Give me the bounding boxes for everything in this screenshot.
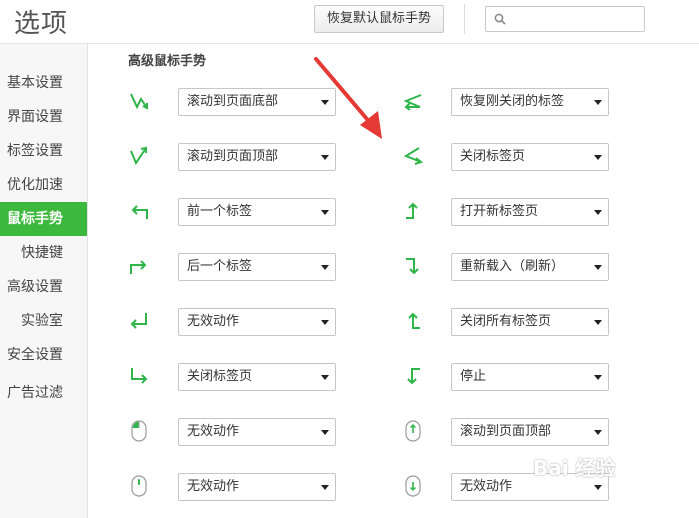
chevron-down-icon (594, 320, 602, 325)
action-select[interactable]: 滚动到页面顶部 (178, 143, 336, 171)
chevron-down-icon (321, 485, 329, 490)
action-select[interactable]: 无效动作 (178, 418, 336, 446)
chevron-down-icon (321, 320, 329, 325)
header-divider (464, 4, 465, 34)
select-value: 恢复刚关闭的标签 (460, 94, 565, 109)
select-value: 前一个标签 (187, 204, 253, 219)
chevron-down-icon (321, 210, 329, 215)
gesture-left-right-icon (403, 147, 424, 165)
action-select[interactable]: 关闭标签页 (451, 143, 609, 171)
action-select[interactable]: 恢复刚关闭的标签 (451, 88, 609, 116)
mouse-wheel-up-icon (405, 420, 421, 442)
mouse-wheel-icon (131, 475, 147, 497)
sidebar-item-shortcuts[interactable]: 快捷键 (0, 236, 87, 270)
sidebar-item-optimize[interactable]: 优化加速 (0, 168, 87, 202)
gesture-left-up-icon (408, 312, 420, 329)
gesture-left-icon (131, 205, 148, 219)
action-select[interactable]: 前一个标签 (178, 198, 336, 226)
gesture-zigzag-left-icon (403, 94, 422, 111)
sidebar-item-basic[interactable]: 基本设置 (0, 66, 87, 100)
select-value: 后一个标签 (187, 259, 253, 274)
chevron-down-icon (594, 485, 602, 490)
baidu-jingyan-watermark: Bai 经验 (533, 456, 616, 480)
chevron-down-icon (321, 430, 329, 435)
action-select[interactable]: 关闭所有标签页 (451, 308, 609, 336)
gesture-right-down-icon (406, 258, 419, 275)
gesture-down-right-icon (131, 368, 148, 384)
action-select[interactable]: 滚动到页面顶部 (451, 418, 609, 446)
action-select[interactable]: 停止 (451, 363, 609, 391)
gesture-down-up-icon (130, 93, 148, 110)
gesture-right-up-icon (406, 202, 418, 219)
page-title: 选项 (14, 9, 69, 39)
gesture-up-down-icon (130, 146, 147, 166)
mouse-wheel-down-icon (405, 475, 421, 497)
select-value: 滚动到页面底部 (187, 94, 279, 109)
select-value: 关闭所有标签页 (460, 314, 552, 329)
chevron-down-icon (594, 375, 602, 380)
select-value: 关闭标签页 (187, 369, 253, 384)
sidebar: 基本设置 界面设置 标签设置 优化加速 鼠标手势 快捷键 高级设置 实验室 安全… (0, 44, 88, 518)
chevron-down-icon (321, 155, 329, 160)
sidebar-item-advanced[interactable]: 高级设置 (0, 270, 87, 304)
sidebar-item-mouse-gestures[interactable]: 鼠标手势 (0, 202, 87, 236)
chevron-down-icon (594, 100, 602, 105)
action-select[interactable]: 重新载入（刷新） (451, 253, 609, 281)
chevron-down-icon (594, 155, 602, 160)
action-select[interactable]: 关闭标签页 (178, 363, 336, 391)
action-select[interactable]: 无效动作 (178, 308, 336, 336)
chevron-down-icon (594, 430, 602, 435)
select-value: 打开新标签页 (460, 204, 539, 219)
select-value: 无效动作 (460, 479, 513, 494)
restore-default-gestures-button[interactable]: 恢复默认鼠标手势 (314, 5, 444, 33)
chevron-down-icon (321, 265, 329, 270)
header-separator (0, 43, 699, 44)
select-value: 关闭标签页 (460, 149, 526, 164)
action-select[interactable]: 打开新标签页 (451, 198, 609, 226)
mouse-left-button-icon (131, 420, 147, 442)
select-value: 停止 (460, 369, 487, 384)
sidebar-item-lab[interactable]: 实验室 (0, 304, 87, 338)
select-value: 无效动作 (187, 314, 240, 329)
chevron-down-icon (321, 375, 329, 380)
search-icon (494, 13, 506, 25)
sidebar-item-adblock[interactable]: 广告过滤 (0, 376, 87, 410)
search-input[interactable] (485, 6, 645, 32)
chevron-down-icon (594, 210, 602, 215)
select-value: 无效动作 (187, 479, 240, 494)
sidebar-item-tabs[interactable]: 标签设置 (0, 134, 87, 168)
select-value: 滚动到页面顶部 (460, 424, 552, 439)
select-value: 重新载入（刷新） (460, 259, 565, 274)
select-value: 无效动作 (187, 424, 240, 439)
sidebar-item-interface[interactable]: 界面设置 (0, 100, 87, 134)
red-pointer-arrow (314, 57, 382, 139)
action-select[interactable]: 无效动作 (178, 473, 336, 501)
gesture-left-down-icon (407, 368, 420, 385)
action-select[interactable]: 后一个标签 (178, 253, 336, 281)
section-title: 高级鼠标手势 (128, 54, 207, 69)
gesture-right-icon (130, 260, 147, 274)
gesture-down-left-icon (130, 313, 147, 329)
select-value: 滚动到页面顶部 (187, 149, 279, 164)
chevron-down-icon (594, 265, 602, 270)
sidebar-item-security[interactable]: 安全设置 (0, 338, 87, 372)
